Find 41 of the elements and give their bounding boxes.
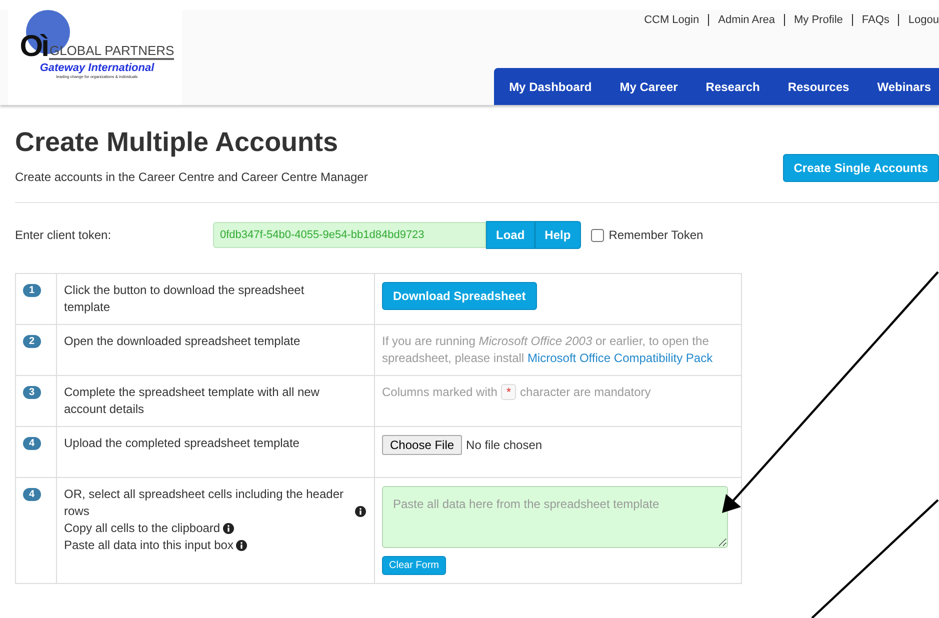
top-link[interactable]: Admin Area bbox=[708, 14, 784, 26]
required-marker: * bbox=[501, 384, 516, 400]
step-badge: 4 bbox=[23, 488, 41, 501]
info-icon[interactable] bbox=[223, 523, 234, 534]
info-icon[interactable] bbox=[236, 540, 248, 551]
top-link[interactable]: My Profile bbox=[784, 14, 852, 26]
checkbox-label: Remember Token bbox=[608, 228, 704, 242]
compatibility-pack-link[interactable]: Microsoft Office Compatibility Pack bbox=[527, 351, 713, 365]
step-badge: 2 bbox=[23, 335, 41, 348]
token-label: Enter client token: bbox=[15, 228, 112, 242]
step-badge: 3 bbox=[23, 386, 41, 399]
remember-checkbox[interactable] bbox=[590, 228, 604, 242]
nav-tab[interactable]: Research bbox=[706, 80, 760, 94]
step-instruction: Paste all data into this input box bbox=[64, 537, 234, 554]
step-instruction: OR, select all spreadsheet cells including the header rows bbox=[64, 486, 344, 520]
nav-tab[interactable]: Webinars bbox=[877, 80, 931, 94]
nav-tab[interactable]: My Dashboard bbox=[509, 80, 592, 94]
paste-area[interactable]: Paste all data here from the spreadsheet template bbox=[382, 486, 728, 548]
page-title: Create Multiple Accounts bbox=[15, 127, 340, 158]
step-badge: 1 bbox=[23, 284, 41, 297]
nav-tab[interactable]: My Career bbox=[620, 80, 678, 94]
info-icon[interactable] bbox=[355, 506, 366, 517]
step-badge: 4 bbox=[23, 437, 41, 450]
step-instruction: Open the downloaded spreadsheet template bbox=[64, 333, 300, 350]
logo-subtitle: Gateway International bbox=[40, 62, 154, 74]
page-subtitle: Create accounts in the Career Centre and Career Centre Manager bbox=[15, 170, 368, 184]
top-link[interactable]: CCM Login bbox=[635, 14, 708, 26]
step-instruction: Complete the spreadsheet template with all new account details bbox=[64, 384, 320, 418]
compatibility-note: If you are running Microsoft Office 2003 or earlier, to open the spreadsheet, please install Microsoft Office Compatibility Pack bbox=[382, 333, 714, 367]
mandatory-note: character are mandatory bbox=[520, 385, 651, 399]
step-instruction: Copy all cells to the clipboard bbox=[64, 520, 220, 537]
mandatory-note: Columns marked with bbox=[382, 385, 498, 399]
choose-file-button[interactable]: Choose File bbox=[382, 435, 462, 455]
logo-mark: Oì bbox=[20, 32, 48, 62]
top-link[interactable]: FAQs bbox=[852, 14, 898, 26]
step-instruction: Upload the completed spreadsheet template bbox=[64, 435, 300, 452]
step-instruction: Click the button to download the spreadsheet template bbox=[64, 282, 306, 316]
nav-tab[interactable]: Resources bbox=[788, 80, 850, 94]
logo-name: GLOBAL PARTNERS bbox=[49, 43, 174, 60]
file-status: No file chosen bbox=[466, 438, 542, 452]
top-link[interactable]: Logou bbox=[898, 14, 939, 26]
